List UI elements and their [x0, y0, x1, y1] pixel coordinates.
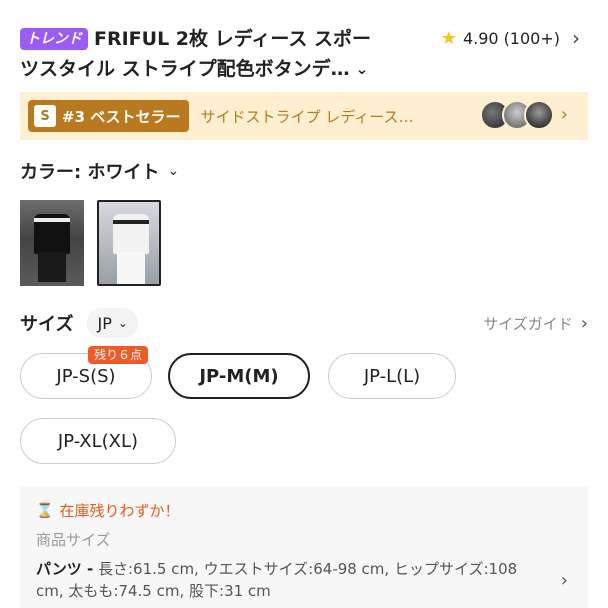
bestseller-rank: #3 ベストセラー	[62, 107, 181, 126]
bestseller-text: サイドストライプ レディース…	[200, 107, 414, 126]
trend-badge: トレンド	[20, 28, 88, 50]
star-icon: ★	[440, 27, 457, 49]
bestseller-badge: S #3 ベストセラー	[28, 100, 189, 132]
size-info-panel[interactable]: ⌛ 在庫残りわずか！ 商品サイズ パンツ - 長さ:61.5 cm, ウエストサ…	[20, 486, 588, 608]
title-line-2: ツスタイル ストライプ配色ボタンデ…	[20, 58, 350, 80]
size-guide-link[interactable]: サイズガイド ›	[483, 313, 588, 334]
chevron-down-icon[interactable]: ⌄	[356, 54, 369, 84]
spec-values: 長さ:61.5 cm, ウエストサイズ:64-98 cm, ヒップサイズ:108…	[36, 560, 518, 600]
chevron-down-icon: ⌄	[117, 316, 128, 330]
trophy-icon: S	[34, 105, 56, 127]
avatar	[524, 100, 554, 130]
buyer-avatars	[480, 100, 554, 130]
hourglass-icon: ⌛	[36, 502, 54, 519]
stock-remaining-badge: 残り６点	[88, 346, 149, 364]
spec-text: パンツ - 長さ:61.5 cm, ウエストサイズ:64-98 cm, ヒップサ…	[36, 558, 536, 602]
chevron-right-icon: ›	[572, 26, 580, 50]
color-selector[interactable]: カラー: ホワイト ⌄	[20, 158, 179, 184]
spec-heading: 商品サイズ	[36, 531, 111, 549]
product-title: トレンド FRIFUL 2枚 レディース スポー ツスタイル ストライプ配色ボタン…	[20, 24, 410, 84]
rating-summary[interactable]: ★ 4.90 (100+) ›	[441, 26, 580, 50]
rating-value: 4.90	[462, 28, 499, 48]
size-option-xl[interactable]: JP-XL(XL)	[20, 418, 176, 464]
chevron-right-icon: ›	[580, 312, 588, 334]
low-stock-notice: ⌛ 在庫残りわずか！	[36, 500, 572, 521]
size-region-value: JP	[97, 313, 112, 333]
color-label: カラー: ホワイト	[20, 162, 160, 183]
size-option-m[interactable]: JP-M(M)	[168, 353, 310, 399]
size-header: サイズ JP ⌄ サイズガイド ›	[20, 306, 588, 340]
size-option-l[interactable]: JP-L(L)	[328, 353, 456, 399]
low-stock-text: 在庫残りわずか！	[59, 502, 180, 520]
color-swatch-white[interactable]	[97, 200, 161, 286]
size-label: サイズ	[20, 314, 74, 335]
spec-product-name: パンツ -	[36, 560, 94, 578]
chevron-down-icon: ⌄	[167, 163, 180, 179]
size-guide-label: サイズガイド	[483, 314, 573, 333]
size-region-dropdown[interactable]: JP ⌄	[87, 308, 138, 338]
color-swatch-black[interactable]	[20, 200, 84, 286]
chevron-right-icon: ›	[560, 570, 568, 591]
title-line-1: FRIFUL 2枚 レディース スポー	[94, 28, 371, 50]
review-count: (100+)	[503, 28, 560, 48]
chevron-right-icon: ›	[560, 104, 568, 125]
bestseller-banner[interactable]: S #3 ベストセラー サイドストライプ レディース… ›	[20, 92, 588, 140]
